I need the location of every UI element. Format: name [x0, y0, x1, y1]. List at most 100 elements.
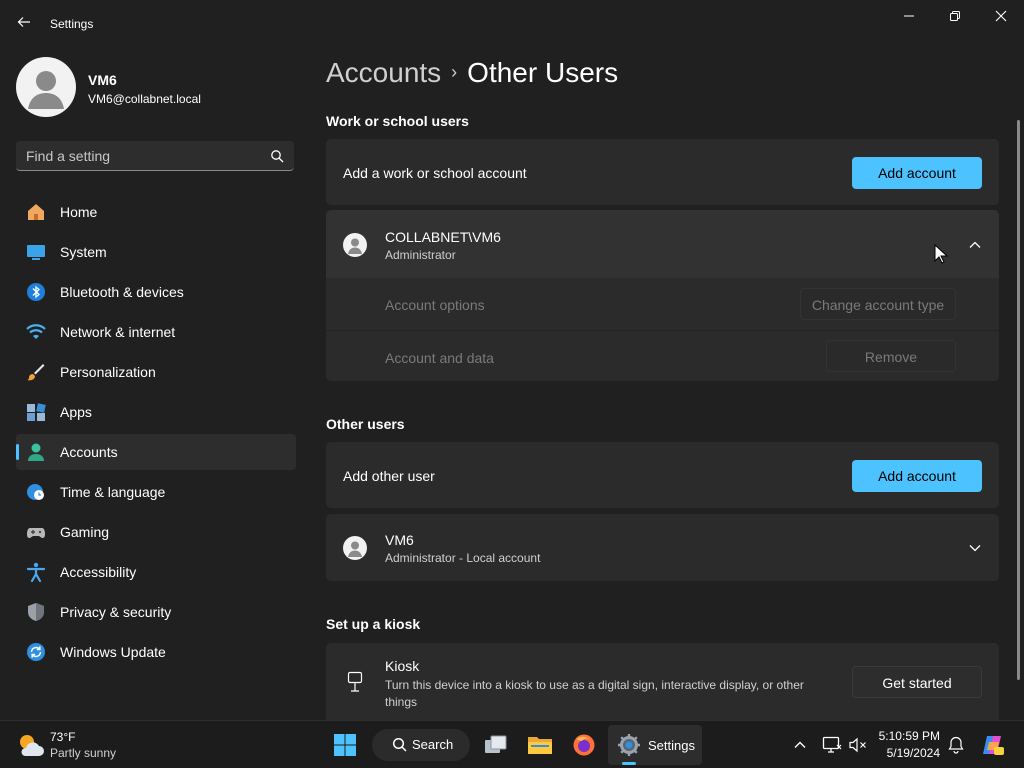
search-input[interactable]: Find a setting [16, 141, 294, 171]
taskbar-search-label: Search [412, 737, 454, 752]
brush-icon [26, 362, 46, 382]
local-account-name: VM6 [385, 532, 414, 548]
taskbar-settings-label: Settings [648, 738, 695, 753]
account-options-row: Account options Change account type [326, 280, 999, 331]
system-icon [26, 242, 46, 262]
sidebar-item-privacy[interactable]: Privacy & security [16, 594, 296, 630]
user-avatar-icon [343, 536, 367, 560]
avatar[interactable] [16, 57, 76, 117]
sidebar-item-label: Apps [60, 404, 92, 420]
taskbar-time[interactable]: 5:10:59 PM [868, 729, 940, 743]
section-heading-kiosk: Set up a kiosk [326, 616, 421, 632]
sidebar-item-label: System [60, 244, 107, 260]
add-work-school-account-button[interactable]: Add account [852, 157, 982, 189]
mouse-cursor-icon [934, 243, 949, 269]
minimize-button[interactable] [886, 0, 932, 32]
sidebar-item-personalization[interactable]: Personalization [16, 354, 296, 390]
sidebar-item-apps[interactable]: Apps [16, 394, 296, 430]
sidebar-item-label: Gaming [60, 524, 110, 540]
sidebar-item-label: Accounts [60, 444, 118, 460]
copilot-icon[interactable] [976, 729, 1008, 761]
sidebar-item-label: Network & internet [60, 324, 176, 340]
sidebar-item-bluetooth[interactable]: Bluetooth & devices [16, 274, 296, 310]
kiosk-description: Turn this device into a kiosk to use as … [385, 678, 804, 709]
add-work-school-card: Add a work or school account Add account [326, 139, 999, 205]
user-avatar-icon [343, 233, 367, 257]
accessibility-icon [26, 562, 46, 583]
title-bar: Settings [0, 0, 1024, 48]
chevron-up-icon[interactable] [784, 729, 816, 761]
bluetooth-icon [26, 282, 46, 302]
sidebar-item-accessibility[interactable]: Accessibility [16, 554, 296, 590]
search-icon [270, 149, 284, 163]
profile-email: VM6@collabnet.local [88, 92, 201, 106]
account-data-row: Account and data Remove [326, 331, 999, 381]
search-placeholder: Find a setting [26, 148, 111, 164]
sidebar-item-label: Privacy & security [60, 604, 172, 620]
work-account-role: Administrator [385, 248, 456, 262]
weather-description[interactable]: Partly sunny [50, 746, 116, 760]
sidebar-item-label: Personalization [60, 364, 156, 380]
sidebar-item-home[interactable]: Home [16, 194, 296, 230]
accounts-icon [26, 442, 46, 462]
change-account-type-button[interactable]: Change account type [800, 288, 956, 320]
taskbar: 73°F Partly sunny Search Settings 5:10:5… [0, 720, 1024, 768]
sidebar-item-system[interactable]: System [16, 234, 296, 270]
search-icon [392, 737, 407, 757]
weather-temperature[interactable]: 73°F [50, 730, 75, 744]
taskbar-search-button[interactable]: Search [372, 729, 470, 761]
apps-icon [26, 402, 46, 422]
add-other-user-button[interactable]: Add account [852, 460, 982, 492]
account-options-label: Account options [385, 297, 485, 313]
active-indicator [16, 444, 19, 460]
add-other-user-card: Add other user Add account [326, 442, 999, 508]
home-icon [26, 202, 46, 222]
back-arrow-icon[interactable] [14, 14, 34, 34]
window-title: Settings [50, 17, 94, 31]
sidebar-item-label: Home [60, 204, 98, 220]
sidebar-item-accounts[interactable]: Accounts [16, 434, 296, 470]
work-account-expander: COLLABNET\VM6 Administrator Account opti… [326, 210, 999, 381]
file-explorer-icon[interactable] [524, 729, 556, 761]
start-windows-icon[interactable] [329, 729, 361, 761]
profile-name: VM6 [88, 72, 117, 88]
wifi-icon [26, 322, 46, 342]
notification-bell-icon[interactable] [940, 729, 972, 761]
breadcrumb: Accounts › Other Users [326, 57, 618, 89]
close-button[interactable] [978, 0, 1024, 32]
sidebar-item-network[interactable]: Network & internet [16, 314, 296, 350]
kiosk-title: Kiosk [385, 658, 420, 674]
update-icon [26, 642, 46, 662]
shield-icon [26, 602, 46, 622]
task-view-icon[interactable] [480, 729, 512, 761]
section-heading-work-school: Work or school users [326, 113, 469, 129]
work-account-name: COLLABNET\VM6 [385, 229, 501, 245]
sidebar-item-label: Accessibility [60, 564, 137, 580]
taskbar-date[interactable]: 5/19/2024 [868, 746, 940, 760]
sidebar-item-windows-update[interactable]: Windows Update [16, 634, 296, 670]
section-heading-other-users: Other users [326, 416, 405, 432]
gamepad-icon [26, 522, 46, 542]
remove-account-button[interactable]: Remove [826, 340, 956, 372]
add-other-user-label: Add other user [343, 468, 435, 484]
settings-gear-icon [617, 733, 641, 762]
taskbar-settings-app[interactable]: Settings [608, 725, 702, 765]
local-account-expander[interactable]: VM6 Administrator - Local account [326, 514, 999, 581]
sidebar-item-label: Time & language [60, 484, 166, 500]
work-account-header[interactable]: COLLABNET\VM6 Administrator [326, 210, 999, 278]
restore-button[interactable] [932, 0, 978, 32]
firefox-icon[interactable] [568, 729, 600, 761]
kiosk-get-started-button[interactable]: Get started [852, 666, 982, 698]
sidebar-item-gaming[interactable]: Gaming [16, 514, 296, 550]
breadcrumb-parent[interactable]: Accounts [326, 57, 441, 88]
chevron-down-icon[interactable] [967, 540, 983, 556]
clock-globe-icon [26, 482, 46, 502]
kiosk-card: Kiosk Turn this device into a kiosk to u… [326, 643, 999, 720]
sidebar-item-time-language[interactable]: Time & language [16, 474, 296, 510]
page-title: Other Users [467, 57, 619, 88]
scrollbar[interactable] [1017, 120, 1020, 680]
chevron-up-icon[interactable] [967, 237, 983, 253]
running-indicator [622, 762, 636, 765]
breadcrumb-separator: › [451, 62, 458, 82]
weather-partly-sunny-icon[interactable] [16, 732, 44, 758]
